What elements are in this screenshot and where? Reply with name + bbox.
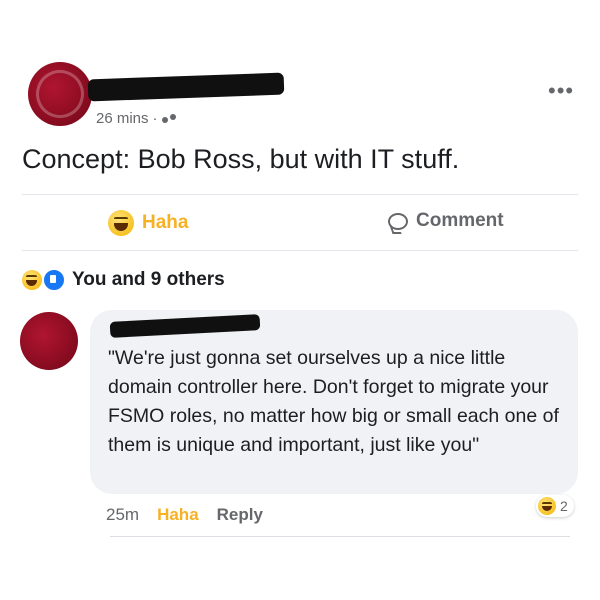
reactions-summary[interactable]: You and 9 others bbox=[22, 268, 225, 292]
haha-emoji-icon bbox=[22, 270, 42, 290]
haha-reaction-button[interactable]: Haha bbox=[108, 210, 188, 236]
comment-button-label: Comment bbox=[416, 210, 504, 231]
comment-reply-button[interactable]: Reply bbox=[217, 505, 263, 525]
post-author-name-redacted bbox=[87, 72, 285, 102]
comment-time[interactable]: 25m bbox=[106, 505, 139, 525]
comment-bubble-icon bbox=[388, 212, 408, 230]
more-options-icon[interactable]: ••• bbox=[548, 80, 574, 102]
comment-reaction-badge[interactable]: 2 bbox=[536, 495, 574, 517]
friends-audience-icon[interactable] bbox=[161, 113, 178, 125]
post-author-avatar[interactable] bbox=[28, 62, 92, 126]
haha-emoji-icon bbox=[538, 497, 556, 515]
like-emoji-icon bbox=[42, 268, 66, 292]
comment-meta: 25m Haha Reply bbox=[106, 505, 263, 525]
comment-text: "We're just gonna set ourselves up a nic… bbox=[108, 347, 559, 456]
divider bbox=[22, 194, 578, 195]
comment-reaction-count: 2 bbox=[560, 498, 568, 514]
meta-separator: · bbox=[152, 110, 158, 127]
commenter-avatar[interactable] bbox=[20, 312, 78, 370]
comment-haha-button[interactable]: Haha bbox=[157, 505, 199, 525]
haha-button-label: Haha bbox=[142, 212, 189, 233]
haha-emoji-icon bbox=[108, 210, 134, 236]
post-meta: 26 mins · bbox=[96, 110, 178, 127]
post-time[interactable]: 26 mins bbox=[96, 110, 149, 127]
post-text: Concept: Bob Ross, but with IT stuff. bbox=[22, 144, 460, 174]
reply-input-divider bbox=[110, 536, 570, 537]
comment-button[interactable]: Comment bbox=[388, 210, 504, 232]
reactions-summary-text: You and 9 others bbox=[72, 269, 225, 290]
divider bbox=[22, 250, 578, 251]
